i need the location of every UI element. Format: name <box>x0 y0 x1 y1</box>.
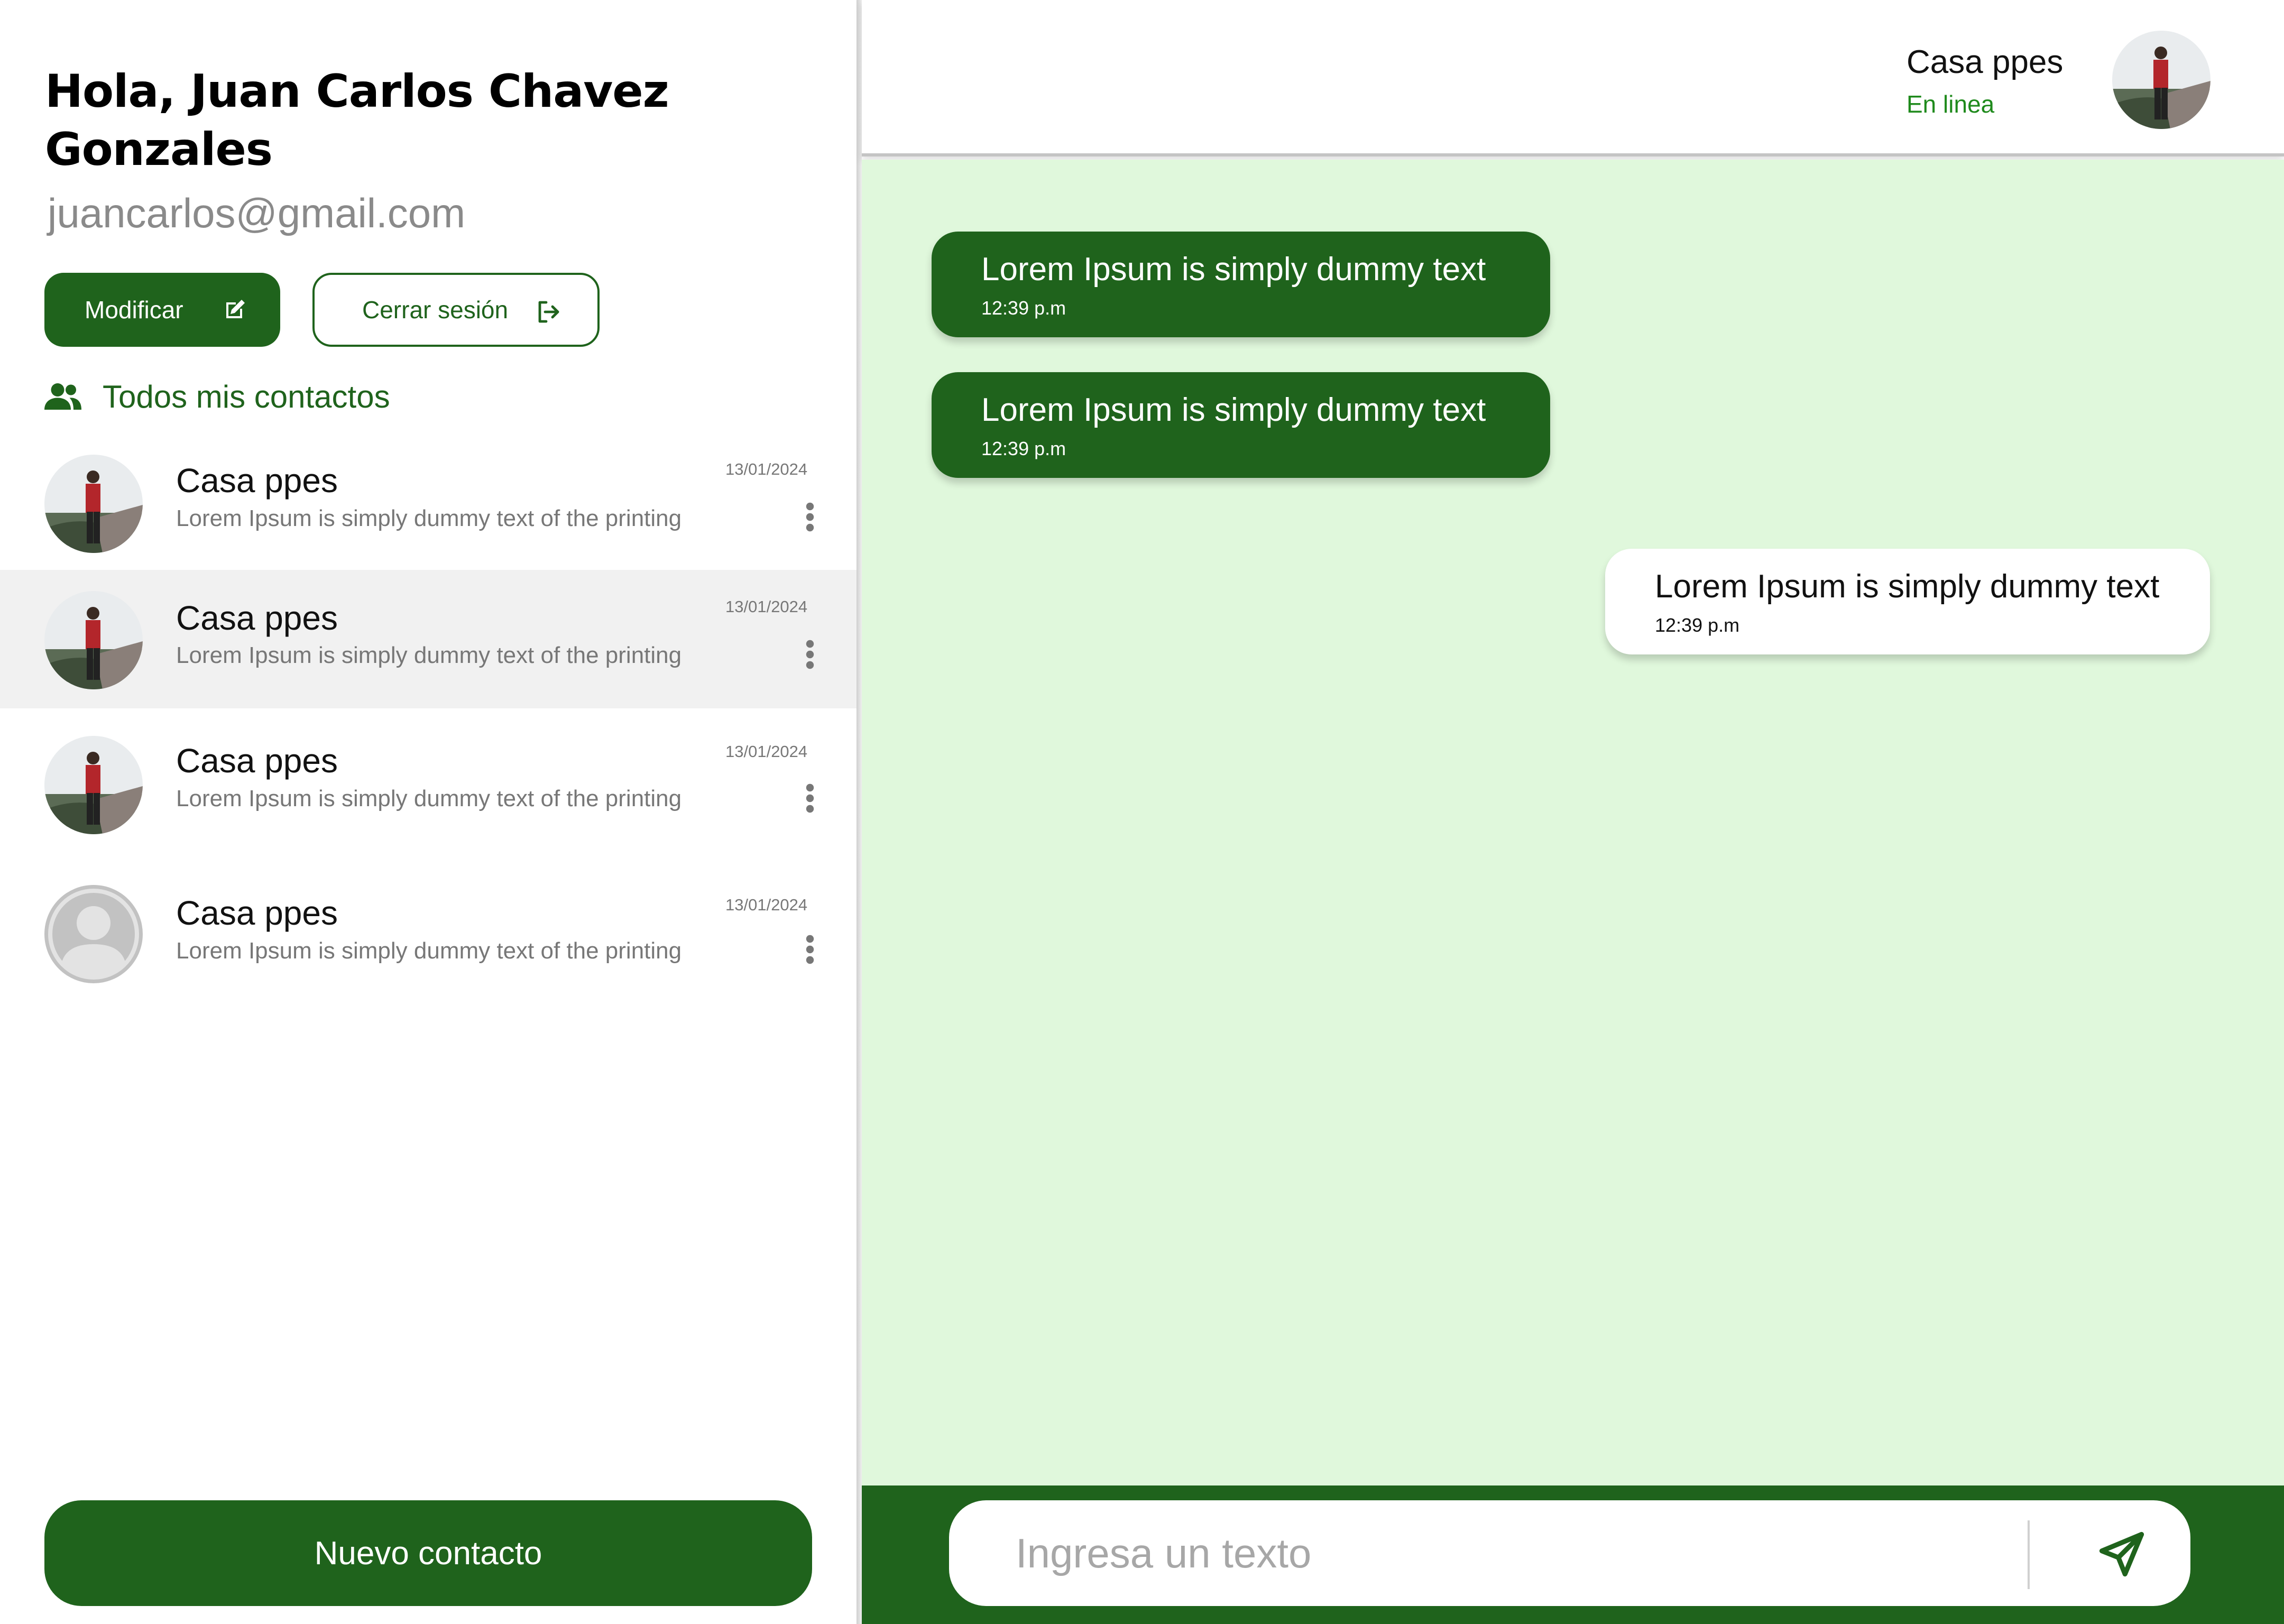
logout-button-label: Cerrar sesión <box>362 296 509 324</box>
contact-avatar <box>44 736 143 834</box>
contact-name: Casa ppes <box>176 742 338 780</box>
more-vertical-icon[interactable] <box>799 782 821 814</box>
message-bubble-outgoing: Lorem Ipsum is simply dummy text 12:39 p… <box>1605 549 2210 654</box>
contact-date: 13/01/2024 <box>725 896 808 914</box>
chat-header: Casa ppes En linea <box>862 0 2284 156</box>
contact-item[interactable]: Casa ppes Lorem Ipsum is simply dummy te… <box>0 433 856 572</box>
contact-date: 13/01/2024 <box>725 597 808 616</box>
user-placeholder-icon <box>48 889 139 980</box>
contact-item[interactable]: Casa ppes Lorem Ipsum is simply dummy te… <box>0 570 856 708</box>
message-time: 12:39 p.m <box>1655 614 1740 636</box>
contact-avatar <box>44 591 143 689</box>
sidebar: Hola, Juan Carlos Chavez Gonzales juanca… <box>0 0 856 1624</box>
greeting-title: Hola, Juan Carlos Chavez Gonzales <box>45 65 669 176</box>
contact-item[interactable]: Casa ppes Lorem Ipsum is simply dummy te… <box>0 870 856 1009</box>
message-text: Lorem Ipsum is simply dummy text <box>981 251 1486 288</box>
message-composer <box>862 1485 2284 1624</box>
contacts-heading: Todos mis contactos <box>103 379 390 414</box>
contact-name: Casa ppes <box>176 462 338 500</box>
contact-preview: Lorem Ipsum is simply dummy text of the … <box>176 786 682 811</box>
more-vertical-icon[interactable] <box>799 501 821 533</box>
contact-preview: Lorem Ipsum is simply dummy text of the … <box>176 505 682 531</box>
send-icon[interactable] <box>2095 1528 2148 1581</box>
contacts-header: Todos mis contactos <box>44 375 390 418</box>
message-time: 12:39 p.m <box>981 297 1066 319</box>
person-photo-icon <box>2112 31 2211 129</box>
message-bubble-incoming: Lorem Ipsum is simply dummy text 12:39 p… <box>932 232 1550 337</box>
contact-preview: Lorem Ipsum is simply dummy text of the … <box>176 642 682 668</box>
contact-name: Casa ppes <box>176 599 338 637</box>
person-photo-icon <box>44 455 143 553</box>
chat-status: En linea <box>1907 90 1995 118</box>
more-vertical-icon[interactable] <box>799 639 821 670</box>
users-icon <box>44 383 81 410</box>
panel-divider <box>856 0 862 1624</box>
person-photo-icon <box>44 591 143 689</box>
contact-name: Casa ppes <box>176 894 338 932</box>
logout-button[interactable]: Cerrar sesión <box>312 273 600 347</box>
message-bubble-incoming: Lorem Ipsum is simply dummy text 12:39 p… <box>932 372 1550 478</box>
new-contact-button[interactable]: Nuevo contacto <box>44 1500 812 1606</box>
user-email: juancarlos@gmail.com <box>48 190 466 236</box>
message-text: Lorem Ipsum is simply dummy text <box>1655 568 2160 605</box>
message-input[interactable] <box>1016 1521 2020 1585</box>
chat-messages: Lorem Ipsum is simply dummy text 12:39 p… <box>862 160 2284 1485</box>
message-text: Lorem Ipsum is simply dummy text <box>981 392 1486 428</box>
modify-button[interactable]: Modificar <box>44 273 280 347</box>
contact-avatar <box>44 455 143 553</box>
message-input-container <box>949 1500 2190 1606</box>
contact-avatar <box>44 885 143 983</box>
chat-panel: Casa ppes En linea Lorem Ipsum is simply… <box>862 0 2284 1624</box>
contact-preview: Lorem Ipsum is simply dummy text of the … <box>176 938 682 964</box>
contact-date: 13/01/2024 <box>725 742 808 761</box>
contact-date: 13/01/2024 <box>725 460 808 478</box>
chat-avatar[interactable] <box>2112 31 2211 129</box>
person-photo-icon <box>44 736 143 834</box>
logout-icon <box>538 301 559 323</box>
edit-icon <box>226 300 245 318</box>
chat-contact-name: Casa ppes <box>1907 44 2064 80</box>
input-separator <box>2028 1520 2030 1589</box>
contact-item[interactable]: Casa ppes Lorem Ipsum is simply dummy te… <box>0 714 856 852</box>
more-vertical-icon[interactable] <box>799 934 821 965</box>
modify-button-label: Modificar <box>85 296 183 324</box>
message-time: 12:39 p.m <box>981 438 1066 459</box>
